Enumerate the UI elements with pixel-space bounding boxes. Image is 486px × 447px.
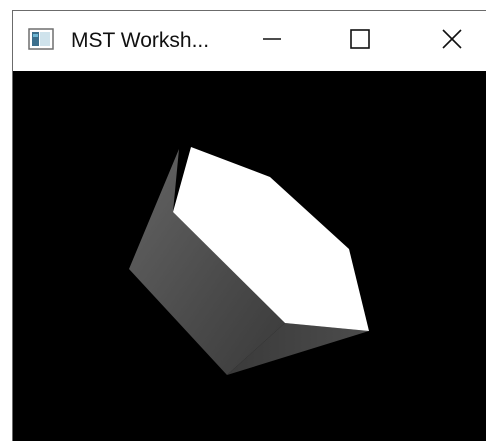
app-window: MST Worksh...	[12, 10, 486, 441]
close-button[interactable]	[417, 11, 486, 71]
render-viewport[interactable]	[13, 71, 486, 441]
maximize-button[interactable]	[325, 11, 395, 71]
title-bar[interactable]: MST Worksh...	[13, 11, 486, 71]
minimize-icon	[262, 29, 282, 54]
close-icon	[441, 28, 463, 55]
app-window-icon	[28, 28, 54, 50]
minimize-button[interactable]	[237, 11, 307, 71]
window-title: MST Worksh...	[71, 29, 210, 52]
prism-render	[129, 147, 369, 375]
maximize-icon	[349, 28, 371, 55]
